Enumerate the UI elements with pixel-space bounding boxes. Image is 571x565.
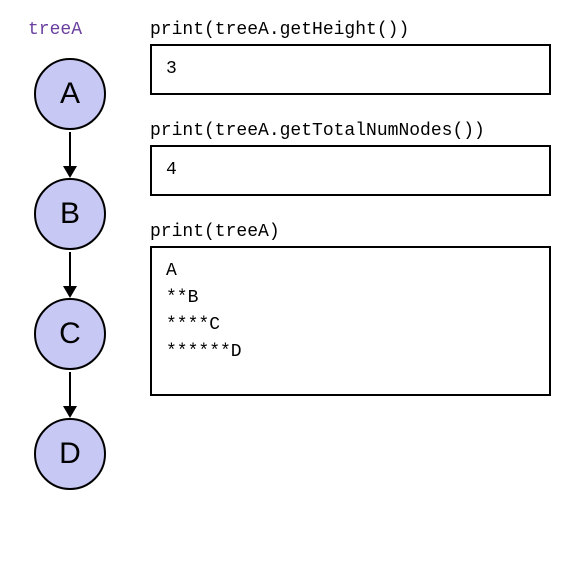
output-column: print(treeA.getHeight()) 3 print(treeA.g…	[150, 20, 551, 490]
output-box-numnodes: 4	[150, 145, 551, 196]
diagram-container: treeA A B C D print(treeA.getHeight()) 3…	[20, 20, 551, 490]
code-line-numnodes: print(treeA.getTotalNumNodes())	[150, 121, 551, 141]
code-line-height: print(treeA.getHeight())	[150, 20, 551, 40]
tree-label: treeA	[28, 20, 82, 40]
tree-node-b: B	[34, 178, 106, 250]
arrow-icon	[69, 252, 71, 290]
tree-column: treeA A B C D	[20, 20, 120, 490]
arrow-icon	[69, 372, 71, 410]
output-box-print: A **B ****C ******D	[150, 246, 551, 396]
arrow-icon	[69, 132, 71, 170]
tree-node-a: A	[34, 58, 106, 130]
output-box-height: 3	[150, 44, 551, 95]
code-line-print: print(treeA)	[150, 222, 551, 242]
tree-node-c: C	[34, 298, 106, 370]
tree-node-d: D	[34, 418, 106, 490]
